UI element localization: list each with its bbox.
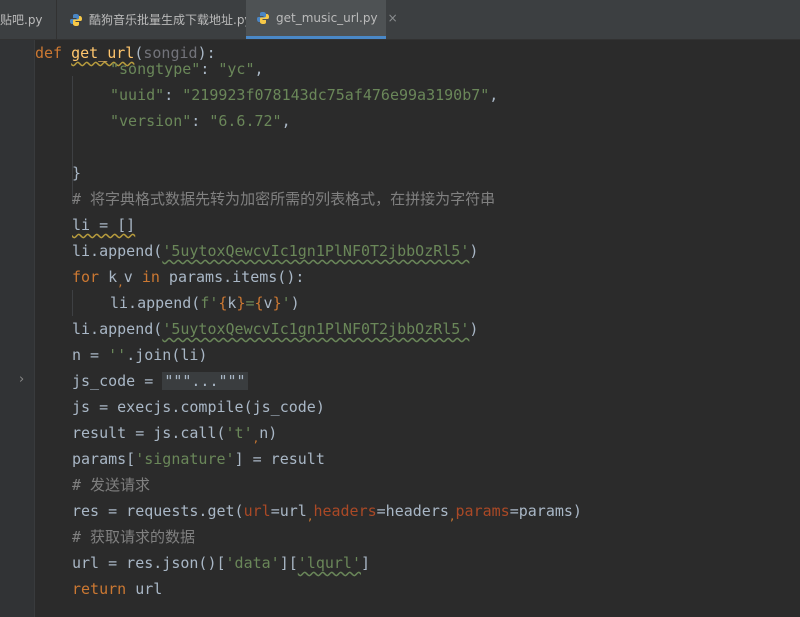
code-line-return: return url [72,580,163,598]
editor-tab-bar: 贴吧.py 酷狗音乐批量生成下载地址.py get_music_url.py × [0,0,800,40]
code-editor[interactable]: › def get_url(songid): "songtype": "yc",… [0,40,800,617]
code-line-comment-send: # 发送请求 [72,476,151,494]
code-line-signature: params['signature'] = result [72,450,325,468]
code-line-li-init: li = [] [72,216,136,234]
code-line-close-brace: } [72,164,82,182]
code-line-comment-get: # 获取请求的数据 [72,528,196,546]
tab-kugou-batch[interactable]: 酷狗音乐批量生成下载地址.py [56,0,252,39]
tab-label: 酷狗音乐批量生成下载地址.py [89,13,252,27]
code-line-compile: js = execjs.compile(js_code) [72,398,325,416]
tab-get-music-url[interactable]: get_music_url.py × [246,0,398,39]
code-line-version: "version": "6.6.72", [110,112,291,130]
code-line-js-code: js_code = """...""" [72,372,248,390]
indent-guide [72,290,73,316]
tab-label: 贴吧.py [0,13,43,27]
code-line-songtype: "songtype": "yc", [110,60,264,78]
code-line-request: res = requests.get(url=url,headers=heade… [72,502,582,523]
code-line-append-key-2: li.append('5uytoxQewcvIc1gn1PlNF0T2jbbOz… [72,320,479,338]
fold-expand-icon[interactable]: › [19,372,24,387]
tab-tieba[interactable]: 贴吧.py [0,0,55,39]
folded-string-block[interactable]: """...""" [162,372,248,390]
python-file-icon [70,13,82,26]
close-tab-icon[interactable]: × [388,11,398,25]
code-line-call: result = js.call('t',n) [72,424,278,445]
code-line-uuid: "uuid": "219923f078143dc75af476e99a3190b… [110,86,499,104]
editor-gutter [0,40,35,617]
code-line-append-fstring: li.append(f'{k}={v}') [110,294,300,312]
code-line-comment-convert: # 将字典格式数据先转为加密所需的列表格式，在拼接为字符串 [72,190,496,208]
code-line-for: for k,v in params.items(): [72,268,305,289]
code-line-join: n = ''.join(li) [72,346,208,364]
python-file-icon [257,12,269,24]
code-line-url: url = res.json()['data']['lqurl'] [72,554,371,572]
code-line-append-key: li.append('5uytoxQewcvIc1gn1PlNF0T2jbbOz… [72,242,479,260]
tab-label: get_music_url.py [276,11,378,25]
